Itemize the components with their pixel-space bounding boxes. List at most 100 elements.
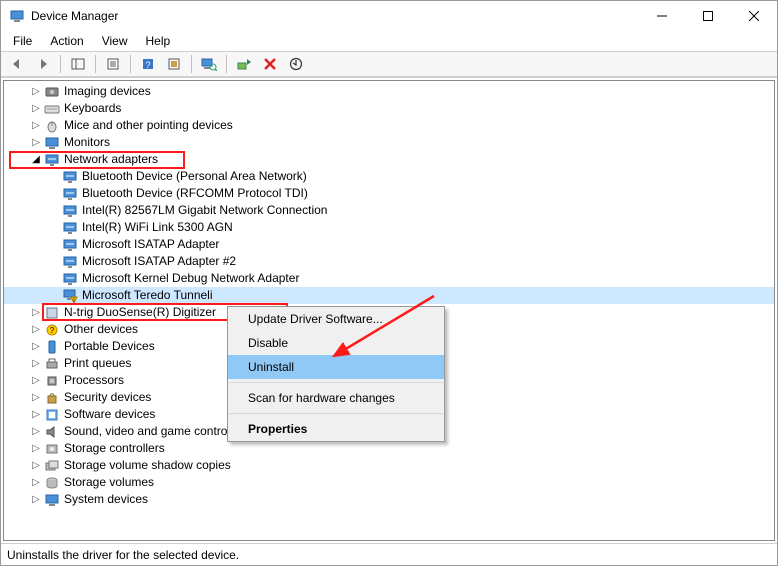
device-manager-icon <box>9 8 25 24</box>
expand-icon[interactable]: ▷ <box>30 100 42 117</box>
menubar: File Action View Help <box>1 31 777 51</box>
device-manager-window: Device Manager File Action View Help ? ▷… <box>0 0 778 566</box>
tree-container: ▷ Imaging devices ▷ Keyboards▷Mice and othe… <box>3 80 775 541</box>
tree-node[interactable]: ▷ System devices <box>4 491 774 508</box>
expand-icon[interactable]: ▷ <box>30 83 42 100</box>
security-icon <box>44 390 60 406</box>
expand-icon[interactable]: ▷ <box>30 423 42 440</box>
tree-node-label: Monitors <box>64 134 114 151</box>
expand-icon[interactable]: ▷ <box>30 117 42 134</box>
tree-node[interactable]: ▷ Storage controllers <box>4 440 774 457</box>
context-menu-item[interactable]: Uninstall <box>228 355 444 379</box>
tree-node[interactable]: !Microsoft Teredo Tunneli <box>4 287 774 304</box>
storage-icon <box>44 441 60 457</box>
tree-node-label: Other devices <box>64 321 142 338</box>
volume-icon <box>44 475 60 491</box>
cpu-icon <box>44 373 60 389</box>
tree-node[interactable]: Bluetooth Device (RFCOMM Protocol TDI) <box>4 185 774 202</box>
tree-node-label: Microsoft Kernel Debug Network Adapter <box>82 270 303 287</box>
hid-icon <box>44 305 60 321</box>
monitor-icon <box>44 135 60 151</box>
tree-node[interactable]: ▷Storage volumes <box>4 474 774 491</box>
minimize-button[interactable] <box>639 1 685 31</box>
properties-button[interactable] <box>101 53 125 75</box>
menu-view[interactable]: View <box>94 32 136 50</box>
toolbar-separator <box>191 55 192 73</box>
tree-node[interactable]: Intel(R) WiFi Link 5300 AGN <box>4 219 774 236</box>
tree-node-label: Keyboards <box>64 100 125 117</box>
options-button[interactable] <box>162 53 186 75</box>
expand-icon[interactable]: ▷ <box>30 389 42 406</box>
tree-node[interactable]: ▷ Monitors <box>4 134 774 151</box>
net-icon <box>62 220 78 236</box>
tree-node-label: Storage volume shadow copies <box>64 457 235 474</box>
tree-node-label: System devices <box>64 491 152 508</box>
expand-icon[interactable]: ▷ <box>30 355 42 372</box>
software-icon <box>44 407 60 423</box>
expand-icon[interactable]: ▷ <box>30 134 42 151</box>
tree-node[interactable]: ▷ Storage volume shadow copies <box>4 457 774 474</box>
titlebar: Device Manager <box>1 1 777 31</box>
expand-icon[interactable]: ▷ <box>30 440 42 457</box>
svg-text:?: ? <box>145 60 150 70</box>
tree-node[interactable]: ▷ Keyboards <box>4 100 774 117</box>
system-icon <box>44 492 60 508</box>
expand-icon[interactable]: ▷ <box>30 304 42 321</box>
tree-node[interactable]: Intel(R) 82567LM Gigabit Network Connect… <box>4 202 774 219</box>
menu-help[interactable]: Help <box>138 32 179 50</box>
tree-node[interactable]: ◢Network adapters <box>4 151 774 168</box>
tree-node-label: Microsoft ISATAP Adapter <box>82 236 223 253</box>
tree-node-label: Imaging devices <box>64 83 155 100</box>
expand-icon[interactable]: ▷ <box>30 457 42 474</box>
tree-node[interactable]: Microsoft ISATAP Adapter <box>4 236 774 253</box>
expand-icon[interactable]: ▷ <box>30 491 42 508</box>
expand-icon[interactable]: ▷ <box>30 338 42 355</box>
expand-icon[interactable]: ▷ <box>30 372 42 389</box>
scan-hardware-button[interactable] <box>197 53 221 75</box>
tree-node-label: Bluetooth Device (RFCOMM Protocol TDI) <box>82 185 312 202</box>
window-title: Device Manager <box>31 9 639 23</box>
sound-icon <box>44 424 60 440</box>
tree-node[interactable]: Microsoft Kernel Debug Network Adapter <box>4 270 774 287</box>
tree-node-label: Portable Devices <box>64 338 159 355</box>
toolbar-separator <box>95 55 96 73</box>
update-driver-button[interactable] <box>232 53 256 75</box>
net-icon <box>62 203 78 219</box>
expand-icon[interactable]: ▷ <box>30 406 42 423</box>
toolbar-separator <box>60 55 61 73</box>
toolbar-separator <box>130 55 131 73</box>
uninstall-button[interactable] <box>258 53 282 75</box>
net-warn-icon: ! <box>62 288 78 304</box>
context-menu-item[interactable]: Scan for hardware changes <box>228 386 444 410</box>
expand-icon[interactable]: ▷ <box>30 474 42 491</box>
show-hide-tree-button[interactable] <box>66 53 90 75</box>
context-menu-item[interactable]: Properties <box>228 417 444 441</box>
tree-node[interactable]: ▷ Imaging devices <box>4 83 774 100</box>
tree-node-label: Security devices <box>64 389 155 406</box>
back-button[interactable] <box>5 53 29 75</box>
forward-button[interactable] <box>31 53 55 75</box>
svg-text:?: ? <box>50 326 55 335</box>
context-menu-item[interactable]: Disable <box>228 331 444 355</box>
disable-button[interactable] <box>284 53 308 75</box>
close-button[interactable] <box>731 1 777 31</box>
context-menu-item[interactable]: Update Driver Software... <box>228 307 444 331</box>
help-button[interactable]: ? <box>136 53 160 75</box>
content-area: ▷ Imaging devices ▷ Keyboards▷Mice and othe… <box>1 77 777 543</box>
tree-node[interactable]: Microsoft ISATAP Adapter #2 <box>4 253 774 270</box>
shadow-icon <box>44 458 60 474</box>
collapse-icon[interactable]: ◢ <box>30 151 42 168</box>
tree-node[interactable]: Bluetooth Device (Personal Area Network) <box>4 168 774 185</box>
expand-icon[interactable]: ▷ <box>30 321 42 338</box>
other-icon: ? <box>44 322 60 338</box>
tree-node-label: Storage controllers <box>64 440 169 457</box>
net-icon <box>62 254 78 270</box>
tree-node-label: Sound, video and game controllers <box>64 423 253 440</box>
maximize-button[interactable] <box>685 1 731 31</box>
net-icon <box>62 271 78 287</box>
portable-icon <box>44 339 60 355</box>
tree-node[interactable]: ▷Mice and other pointing devices <box>4 117 774 134</box>
menu-action[interactable]: Action <box>42 32 91 50</box>
menu-file[interactable]: File <box>5 32 40 50</box>
tree-node-label: Intel(R) WiFi Link 5300 AGN <box>82 219 237 236</box>
